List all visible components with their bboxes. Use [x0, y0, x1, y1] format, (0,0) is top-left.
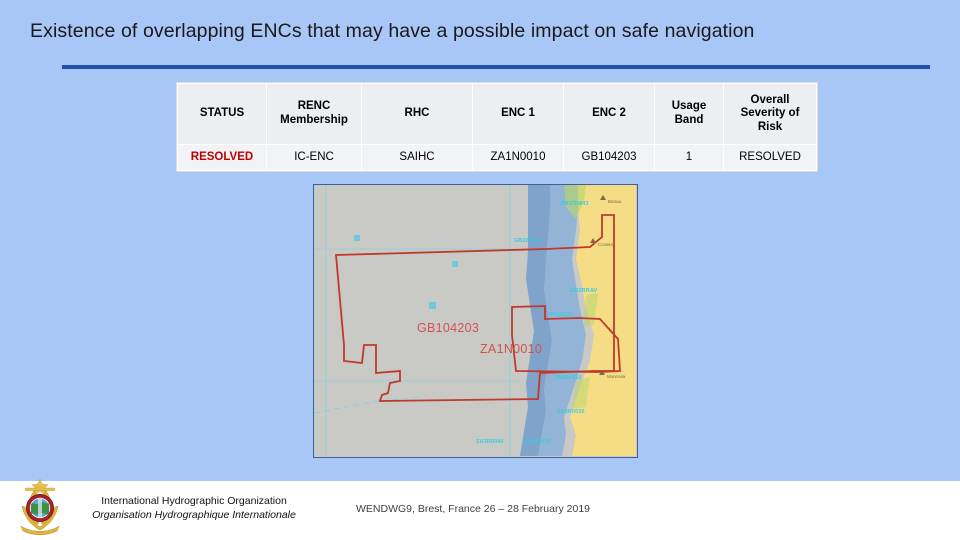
- cell-rhc: SAIHC: [361, 144, 473, 171]
- slide-canvas: Existence of overlapping ENCs that may h…: [0, 0, 960, 540]
- cell-enc1: ZA1N0010: [472, 144, 564, 171]
- title-divider: [62, 65, 930, 69]
- column-header-usage-band: Usage Band: [654, 83, 724, 145]
- map-label-za5n0010: ZA5N0010: [554, 375, 582, 381]
- map-label-gb3rrav: GB3RRAV: [570, 288, 598, 294]
- column-header-renc: RENC Membership: [266, 83, 362, 145]
- organization-name-fr: Organisation Hydrographique Internationa…: [92, 509, 296, 522]
- overlap-risk-table: STATUS RENC Membership RHC ENC 1 ENC 2 U…: [177, 83, 817, 171]
- table-row: RESOLVED IC-ENC SAIHC ZA1N0010 GB104203 …: [177, 144, 817, 171]
- slide-footer: International Hydrographic Organization …: [0, 478, 960, 540]
- cell-overall-severity: RESOLVED: [723, 144, 817, 171]
- column-header-overall-severity: Overall Severity of Risk: [723, 83, 817, 145]
- column-header-status: STATUS: [177, 83, 267, 145]
- event-info: WENDWG9, Brest, France 26 – 28 February …: [356, 503, 591, 515]
- map-label-gb203111: GB203111: [514, 238, 541, 244]
- map-cellname-za1n0010: ZA1N0010: [480, 342, 542, 356]
- cell-renc-membership: IC-ENC: [266, 144, 362, 171]
- map-place-bissau: Bissau: [608, 199, 622, 204]
- organization-name-en: International Hydrographic Organization: [101, 495, 287, 507]
- map-label-za2hc010: ZA2HC010: [522, 439, 551, 445]
- enc-overlap-map: FR37N843 GB203111 GB3RRAV PT2N111 ZA5N00…: [313, 184, 638, 458]
- map-place-monrovia: Monrovia: [607, 374, 626, 379]
- column-header-rhc: RHC: [361, 83, 473, 145]
- map-label-za3r0040: ZA3R0040: [476, 439, 504, 445]
- cell-usage-band: 1: [654, 144, 724, 171]
- iho-emblem: [20, 478, 60, 535]
- map-label-za3r0030: ZA3R0030: [557, 409, 585, 415]
- page-title: Existence of overlapping ENCs that may h…: [30, 20, 755, 42]
- map-label-fr37n843: FR37N843: [561, 201, 589, 207]
- map-place-conakry: Conakry: [598, 242, 615, 247]
- map-cellname-gb104203: GB104203: [417, 321, 479, 335]
- column-header-enc2: ENC 2: [563, 83, 655, 145]
- organization-name: International Hydrographic Organization …: [74, 494, 314, 522]
- map-ocean-right: [600, 185, 636, 456]
- table-header-row: STATUS RENC Membership RHC ENC 1 ENC 2 U…: [177, 83, 817, 145]
- map-label-pt2n111: PT2N111: [550, 312, 574, 318]
- cell-status: RESOLVED: [177, 144, 267, 171]
- cell-enc2: GB104203: [563, 144, 655, 171]
- column-header-enc1: ENC 1: [472, 83, 564, 145]
